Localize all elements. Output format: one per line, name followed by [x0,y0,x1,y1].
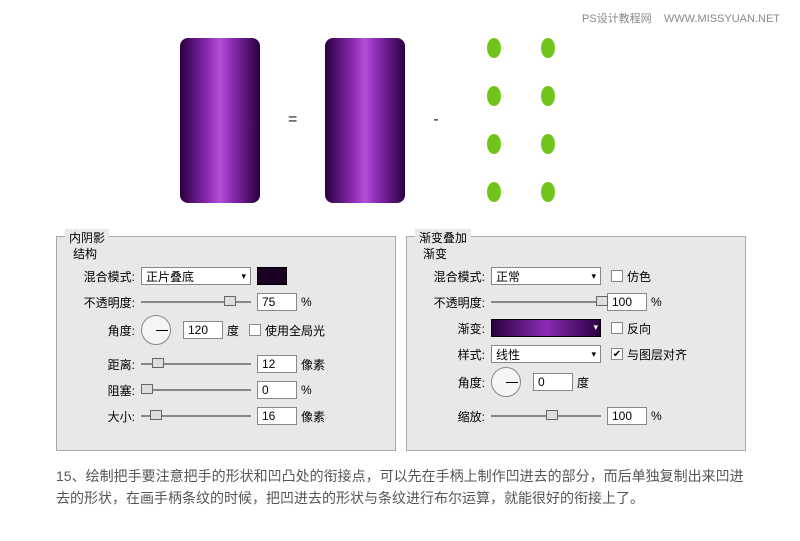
inner-shadow-title: 内阴影 [65,229,109,246]
reverse-checkbox[interactable] [611,322,623,334]
dropdown-icon: ▾ [593,322,598,333]
choke-unit: % [301,383,312,397]
green-dot [541,38,555,58]
scale-slider[interactable] [491,410,601,422]
scale-unit: % [651,409,662,423]
green-dot [541,86,555,106]
green-dot [487,182,501,202]
dropdown-icon: ▾ [591,349,596,360]
scale-input[interactable]: 100 [607,407,647,425]
dropdown-icon: ▾ [241,271,246,282]
size-input[interactable]: 16 [257,407,297,425]
watermark: PS设计教程网 WWW.MISSYUAN.NET [582,10,780,26]
gradient-label: 渐变: [423,320,485,337]
dither-label: 仿色 [627,268,651,285]
size-label: 大小: [73,408,135,425]
green-dot [487,38,501,58]
gradient-overlay-title: 渐变叠加 [415,229,471,246]
dither-checkbox[interactable] [611,270,623,282]
size-unit: 像素 [301,408,325,425]
reverse-label: 反向 [627,320,651,337]
equals-sign: = [288,111,297,129]
shadow-color-swatch[interactable] [257,267,287,285]
align-checkbox[interactable]: ✔ [611,348,623,360]
style-select[interactable]: 线性 ▾ [491,345,601,363]
shape-plain [325,38,405,203]
distance-label: 距离: [73,356,135,373]
gradient-overlay-panel: 渐变叠加 渐变 混合模式: 正常 ▾ 仿色 不透明度: 100 % 渐变: ▾ … [406,236,746,451]
go-opacity-slider[interactable] [491,296,601,308]
angle-dial[interactable] [141,315,171,345]
dropdown-icon: ▾ [591,271,596,282]
watermark-url: WWW.MISSYUAN.NET [664,13,780,25]
dots-right [541,38,555,202]
blend-mode-label: 混合模式: [73,268,135,285]
go-blend-label: 混合模式: [423,268,485,285]
choke-label: 阻塞: [73,382,135,399]
angle-label: 角度: [73,322,135,339]
opacity-slider[interactable] [141,296,251,308]
go-angle-unit: 度 [577,374,589,391]
minus-sign: - [433,111,438,129]
style-value: 线性 [496,346,520,363]
go-opacity-label: 不透明度: [423,294,485,311]
green-dot [541,134,555,154]
panels-container: 内阴影 结构 混合模式: 正片叠底 ▾ 不透明度: 75 % 角度: 120 度… [56,236,746,451]
opacity-label: 不透明度: [73,294,135,311]
step-description: 15、绘制把手要注意把手的形状和凹凸处的衔接点，可以先在手柄上制作凹进去的部分，… [56,465,746,510]
go-angle-input[interactable]: 0 [533,373,573,391]
blend-mode-value: 正片叠底 [146,268,194,285]
go-angle-label: 角度: [423,374,485,391]
dots-left [487,38,501,202]
go-blend-select[interactable]: 正常 ▾ [491,267,601,285]
inner-shadow-panel: 内阴影 结构 混合模式: 正片叠底 ▾ 不透明度: 75 % 角度: 120 度… [56,236,396,451]
go-angle-dial[interactable] [491,367,521,397]
green-dot [487,134,501,154]
choke-input[interactable]: 0 [257,381,297,399]
distance-unit: 像素 [301,356,325,373]
size-slider[interactable] [141,410,251,422]
style-label: 样式: [423,346,485,363]
green-dot [487,86,501,106]
opacity-unit: % [301,295,312,309]
go-opacity-unit: % [651,295,662,309]
shape-notched [180,38,260,203]
angle-unit: 度 [227,322,239,339]
scale-label: 缩放: [423,408,485,425]
illustration: = - [180,30,700,210]
blend-mode-select[interactable]: 正片叠底 ▾ [141,267,251,285]
distance-slider[interactable] [141,358,251,370]
go-blend-value: 正常 [496,268,520,285]
choke-slider[interactable] [141,384,251,396]
global-light-label: 使用全局光 [265,322,325,339]
global-light-checkbox[interactable] [249,324,261,336]
go-opacity-input[interactable]: 100 [607,293,647,311]
gradient-sub-label: 渐变 [423,245,447,262]
watermark-cn: PS设计教程网 [582,13,652,25]
opacity-input[interactable]: 75 [257,293,297,311]
gradient-picker[interactable]: ▾ [491,319,601,337]
align-label: 与图层对齐 [627,346,687,363]
angle-input[interactable]: 120 [183,321,223,339]
green-dot [541,182,555,202]
structure-label: 结构 [73,245,97,262]
distance-input[interactable]: 12 [257,355,297,373]
